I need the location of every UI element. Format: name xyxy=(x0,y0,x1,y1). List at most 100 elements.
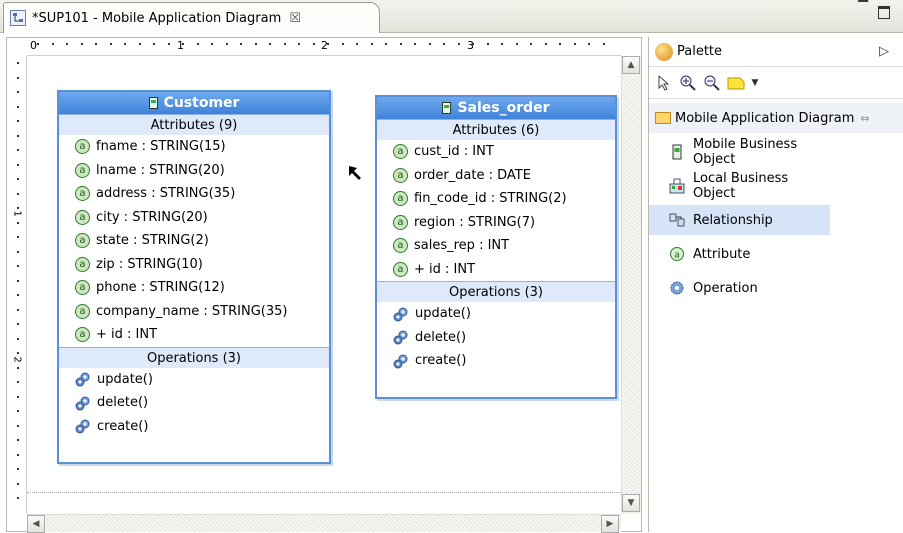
customer-header[interactable]: Customer xyxy=(59,92,329,114)
attribute-row[interactable]: a order_date : DATE xyxy=(377,164,615,188)
attribute-icon: a xyxy=(393,191,408,207)
operation-row[interactable]: create() xyxy=(59,415,329,439)
operation-icon xyxy=(75,371,97,387)
close-icon[interactable]: ☒ xyxy=(289,11,301,26)
attribute-row[interactable]: a fin_code_id : STRING(2) xyxy=(377,187,615,211)
ruler-tick xyxy=(17,76,19,79)
chevron-down-icon[interactable]: ▼ xyxy=(751,74,759,92)
attributes-header[interactable]: Attributes (6) xyxy=(377,119,615,140)
ruler-tick xyxy=(501,43,503,45)
attribute-icon: a xyxy=(75,186,90,202)
palette-item-label: Local Business Object xyxy=(693,171,789,201)
ruler-tick xyxy=(51,43,54,45)
editor-tab[interactable]: *SUP101 - Mobile Application Diagram ☒ xyxy=(3,2,380,33)
attribute-row[interactable]: a sales_rep : INT xyxy=(377,234,615,258)
attributes-header[interactable]: Attributes (9) xyxy=(59,114,329,135)
ruler-tick xyxy=(17,250,19,253)
ruler-tick xyxy=(385,43,387,45)
ruler-tick xyxy=(17,265,19,267)
attribute-row[interactable]: a + id : INT xyxy=(377,258,615,282)
ruler-tick xyxy=(17,381,19,383)
scroll-left-button[interactable]: ◀ xyxy=(27,515,45,533)
ruler-tick xyxy=(17,163,19,166)
operation-row[interactable]: delete() xyxy=(59,391,329,415)
scroll-track[interactable] xyxy=(47,515,601,532)
note-icon[interactable] xyxy=(727,74,745,92)
scroll-track[interactable] xyxy=(623,76,640,494)
attribute-row[interactable]: a cust_id : INT xyxy=(377,140,615,164)
zoom-out-icon[interactable] xyxy=(703,74,721,92)
palette-title: Palette xyxy=(677,44,723,59)
attribute-label: + id : INT xyxy=(414,261,476,277)
scroll-up-button[interactable]: ▲ xyxy=(622,56,640,74)
operation-icon xyxy=(75,395,97,411)
select-arrow-icon[interactable] xyxy=(655,74,673,92)
sales-order-header[interactable]: Sales_order xyxy=(377,97,615,119)
operation-row[interactable]: update() xyxy=(59,368,329,392)
ruler-tick xyxy=(356,43,358,45)
attribute-row[interactable]: a lname : STRING(20) xyxy=(59,159,329,183)
ruler-tick xyxy=(17,410,19,412)
horizontal-scrollbar[interactable]: ◀ ▶ xyxy=(27,514,621,533)
attribute-row[interactable]: a region : STRING(7) xyxy=(377,211,615,235)
drawer-label: Mobile Application Diagram xyxy=(675,110,855,126)
attribute-icon: a xyxy=(75,303,90,319)
operation-row[interactable]: create() xyxy=(377,349,615,373)
attribute-icon: a xyxy=(75,327,90,343)
attribute-row[interactable]: a address : STRING(35) xyxy=(59,182,329,206)
palette-item-label: Mobile Business Object xyxy=(693,137,798,167)
attribute-icon: a xyxy=(393,167,408,183)
collapse-palette-icon[interactable]: ▷ xyxy=(879,44,889,59)
sales-order-entity[interactable]: Sales_order Attributes (6) a cust_id : IN… xyxy=(375,95,617,399)
attribute-row[interactable]: a company_name : STRING(35) xyxy=(59,300,329,324)
tab-title: *SUP101 - Mobile Application Diagram xyxy=(32,10,282,26)
ruler-tick xyxy=(17,236,19,238)
attribute-row[interactable]: a state : STRING(2) xyxy=(59,229,329,253)
palette-drawer-header[interactable]: Mobile Application Diagram ⇔ xyxy=(649,103,903,133)
palette-item-operation[interactable]: Operation xyxy=(649,273,830,303)
operation-icon xyxy=(669,280,693,296)
ruler-tick xyxy=(124,43,126,45)
attribute-row[interactable]: a zip : STRING(10) xyxy=(59,253,329,277)
ruler-tick xyxy=(17,439,19,441)
minimize-icon[interactable]: ▔ xyxy=(858,1,868,16)
scroll-right-button[interactable]: ▶ xyxy=(601,515,619,533)
palette-icon xyxy=(655,42,673,61)
attribute-row[interactable]: a phone : STRING(12) xyxy=(59,276,329,300)
zoom-in-icon[interactable] xyxy=(679,74,697,92)
ruler-tick xyxy=(370,43,373,45)
editor-title-bar: *SUP101 - Mobile Application Diagram ☒ ▔ xyxy=(0,0,903,33)
operations-header[interactable]: Operations (3) xyxy=(59,346,329,368)
attribute-icon: a xyxy=(393,238,408,254)
ruler-tick xyxy=(414,43,416,45)
customer-entity[interactable]: Customer Attributes (9) a fname : STRING(… xyxy=(57,90,331,464)
ruler-tick xyxy=(457,43,460,45)
ruler-tick xyxy=(109,43,112,45)
operation-row[interactable]: update() xyxy=(377,302,615,326)
ruler-tick xyxy=(327,43,329,45)
attribute-row[interactable]: a + id : INT xyxy=(59,323,329,347)
ruler-tick xyxy=(17,424,19,427)
scroll-down-button[interactable]: ▼ xyxy=(622,494,640,512)
palette-item-label: Operation xyxy=(693,280,758,296)
ruler-label: 1 xyxy=(177,39,184,52)
palette-item-mobile-business-object[interactable]: Mobile Business Object xyxy=(649,137,830,167)
operation-row[interactable]: delete() xyxy=(377,326,615,350)
palette-item-relationship[interactable]: Relationship xyxy=(649,205,830,235)
palette-item-attribute[interactable]: a Attribute xyxy=(649,239,830,269)
attribute-row[interactable]: a fname : STRING(15) xyxy=(59,135,329,159)
attribute-row[interactable]: a city : STRING(20) xyxy=(59,206,329,230)
operation-icon xyxy=(393,306,415,322)
ruler-tick xyxy=(17,294,19,296)
drawer-collapse-icon[interactable]: ⇔ xyxy=(860,112,869,125)
operations-header[interactable]: Operations (3) xyxy=(377,281,615,302)
attribute-label: fname : STRING(15) xyxy=(96,139,226,155)
ruler-tick xyxy=(17,62,19,64)
diagram-canvas[interactable]: 0 1 2 3 1 2 Customer Attributes (9) a fna… xyxy=(6,37,642,533)
ruler-tick xyxy=(602,43,605,45)
page-boundary xyxy=(27,492,621,493)
ruler-tick xyxy=(17,149,19,151)
maximize-icon[interactable] xyxy=(878,6,890,19)
palette-item-local-business-object[interactable]: Local Business Object xyxy=(649,171,830,201)
vertical-scrollbar[interactable]: ▲ ▼ xyxy=(621,56,641,514)
